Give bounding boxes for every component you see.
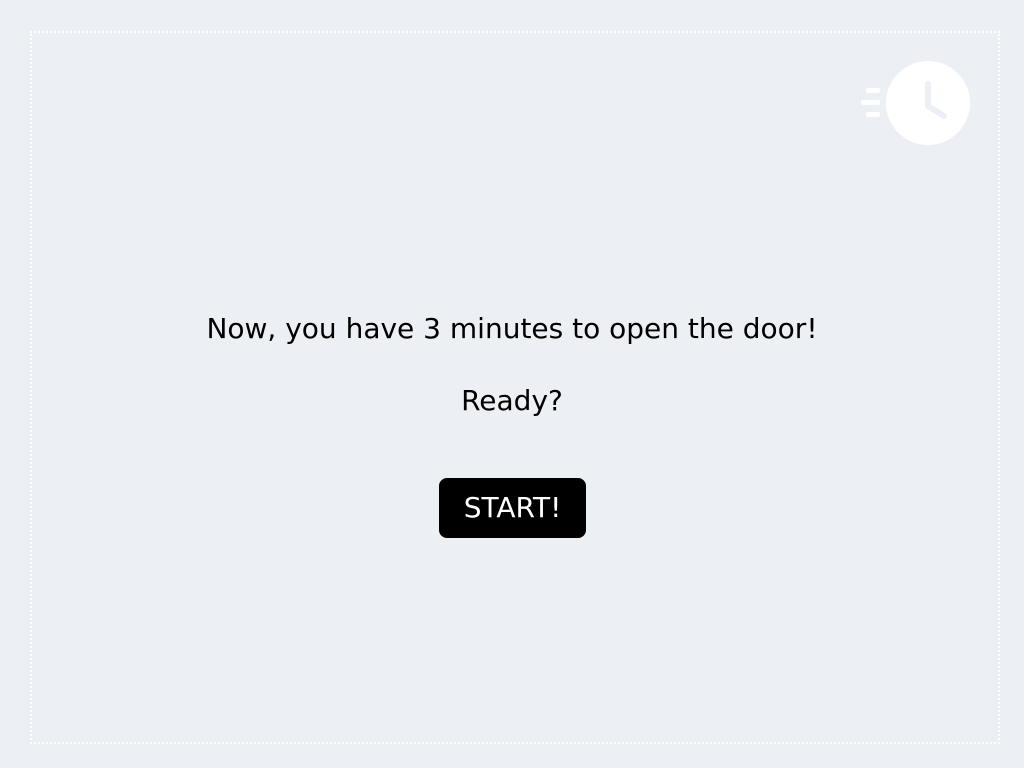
- ready-prompt: Ready?: [461, 384, 563, 417]
- instruction-text: Now, you have 3 minutes to open the door…: [206, 312, 818, 345]
- start-button[interactable]: START!: [439, 478, 586, 538]
- start-screen: Now, you have 3 minutes to open the door…: [0, 0, 1024, 768]
